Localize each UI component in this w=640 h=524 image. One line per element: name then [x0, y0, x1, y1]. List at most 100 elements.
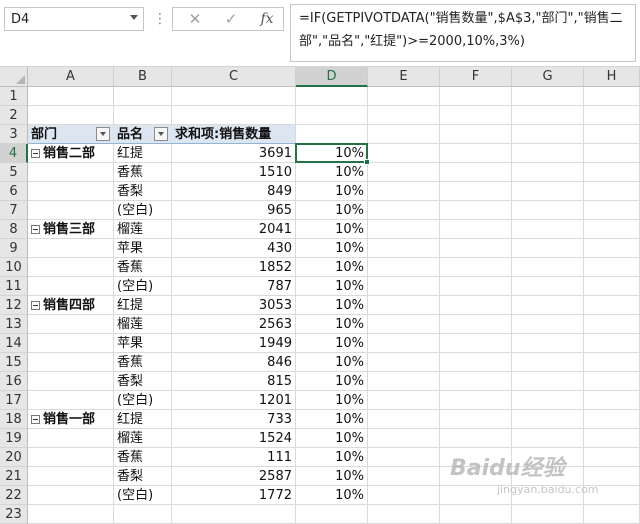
row-header-23[interactable]: 23 — [0, 505, 28, 524]
rate-cell[interactable]: 10% — [296, 296, 368, 315]
column-header-f[interactable]: F — [440, 67, 512, 87]
row-header-14[interactable]: 14 — [0, 334, 28, 353]
pivot-product-cell[interactable]: (空白) — [117, 391, 153, 410]
cancel-icon[interactable]: ✕ — [181, 8, 209, 30]
rate-cell[interactable]: 10% — [296, 182, 368, 201]
rate-cell[interactable]: 10% — [296, 429, 368, 448]
pivot-qty-cell[interactable]: 1852 — [172, 258, 296, 277]
rate-cell[interactable]: 10% — [296, 239, 368, 258]
pivot-product-cell[interactable]: 香蕉 — [117, 448, 143, 467]
rate-cell[interactable]: 10% — [296, 410, 368, 429]
formula-input[interactable]: =IF(GETPIVOTDATA("销售数量",$A$3,"部门","销售二部"… — [290, 4, 636, 62]
row-header-8[interactable]: 8 — [0, 220, 28, 239]
collapse-icon[interactable] — [31, 415, 40, 424]
column-header-c[interactable]: C — [172, 67, 296, 87]
pivot-product-cell[interactable]: 香蕉 — [117, 258, 143, 277]
pivot-qty-cell[interactable]: 111 — [172, 448, 296, 467]
rate-cell[interactable]: 10% — [296, 486, 368, 505]
pivot-qty-cell[interactable]: 1510 — [172, 163, 296, 182]
pivot-qty-cell[interactable]: 846 — [172, 353, 296, 372]
pivot-qty-cell[interactable]: 1772 — [172, 486, 296, 505]
row-header-9[interactable]: 9 — [0, 239, 28, 258]
pivot-qty-cell[interactable]: 1524 — [172, 429, 296, 448]
row-header-21[interactable]: 21 — [0, 467, 28, 486]
pivot-qty-cell[interactable]: 1949 — [172, 334, 296, 353]
enter-icon[interactable]: ✓ — [217, 8, 245, 30]
column-header-d[interactable]: D — [296, 67, 368, 87]
pivot-product-cell[interactable]: 红提 — [117, 144, 143, 163]
pivot-qty-cell[interactable]: 815 — [172, 372, 296, 391]
pivot-product-cell[interactable]: 榴莲 — [117, 220, 143, 239]
rate-cell[interactable]: 10% — [296, 201, 368, 220]
pivot-product-cell[interactable]: (空白) — [117, 486, 153, 505]
pivot-qty-cell[interactable]: 733 — [172, 410, 296, 429]
pivot-product-cell[interactable]: (空白) — [117, 277, 153, 296]
pivot-product-cell[interactable]: (空白) — [117, 201, 153, 220]
rate-cell[interactable]: 10% — [296, 372, 368, 391]
pivot-dept-cell[interactable]: 销售一部 — [31, 410, 95, 429]
row-header-18[interactable]: 18 — [0, 410, 28, 429]
collapse-icon[interactable] — [31, 149, 40, 158]
column-header-a[interactable]: A — [28, 67, 114, 87]
pivot-qty-cell[interactable]: 787 — [172, 277, 296, 296]
row-header-20[interactable]: 20 — [0, 448, 28, 467]
row-header-11[interactable]: 11 — [0, 277, 28, 296]
rate-cell[interactable]: 10% — [296, 353, 368, 372]
rate-cell[interactable]: 10% — [296, 391, 368, 410]
row-header-17[interactable]: 17 — [0, 391, 28, 410]
chevron-down-icon[interactable] — [130, 15, 138, 20]
name-box[interactable]: D4 — [4, 7, 144, 31]
pivot-product-cell[interactable]: 香蕉 — [117, 163, 143, 182]
row-header-1[interactable]: 1 — [0, 87, 28, 106]
pivot-product-cell[interactable]: 苹果 — [117, 334, 143, 353]
pivot-product-cell[interactable]: 红提 — [117, 296, 143, 315]
filter-dropdown-icon[interactable] — [154, 127, 168, 141]
row-header-2[interactable]: 2 — [0, 106, 28, 125]
pivot-qty-cell[interactable]: 2563 — [172, 315, 296, 334]
select-all-button[interactable] — [0, 67, 28, 87]
column-header-g[interactable]: G — [512, 67, 584, 87]
rate-cell[interactable]: 10% — [296, 277, 368, 296]
row-header-16[interactable]: 16 — [0, 372, 28, 391]
fill-handle[interactable] — [364, 159, 370, 165]
pivot-qty-cell[interactable]: 2041 — [172, 220, 296, 239]
row-header-15[interactable]: 15 — [0, 353, 28, 372]
active-cell-d4[interactable] — [295, 143, 368, 163]
collapse-icon[interactable] — [31, 225, 40, 234]
pivot-qty-cell[interactable]: 3053 — [172, 296, 296, 315]
collapse-icon[interactable] — [31, 301, 40, 310]
row-header-22[interactable]: 22 — [0, 486, 28, 505]
pivot-qty-cell[interactable]: 1201 — [172, 391, 296, 410]
row-header-6[interactable]: 6 — [0, 182, 28, 201]
filter-dropdown-icon[interactable] — [96, 127, 110, 141]
pivot-product-cell[interactable]: 苹果 — [117, 239, 143, 258]
pivot-product-cell[interactable]: 榴莲 — [117, 315, 143, 334]
rate-cell[interactable]: 10% — [296, 448, 368, 467]
pivot-qty-cell[interactable]: 3691 — [172, 144, 296, 163]
pivot-qty-cell[interactable]: 849 — [172, 182, 296, 201]
column-header-h[interactable]: H — [584, 67, 640, 87]
row-header-13[interactable]: 13 — [0, 315, 28, 334]
row-header-10[interactable]: 10 — [0, 258, 28, 277]
column-header-e[interactable]: E — [368, 67, 440, 87]
pivot-product-cell[interactable]: 香梨 — [117, 372, 143, 391]
pivot-qty-cell[interactable]: 2587 — [172, 467, 296, 486]
row-header-4[interactable]: 4 — [0, 144, 28, 163]
insert-function-icon[interactable]: fx — [253, 8, 281, 30]
drag-handle-icon[interactable]: ⋮ — [153, 12, 167, 26]
row-header-7[interactable]: 7 — [0, 201, 28, 220]
rate-cell[interactable]: 10% — [296, 467, 368, 486]
rate-cell[interactable]: 10% — [296, 334, 368, 353]
pivot-product-cell[interactable]: 香梨 — [117, 467, 143, 486]
row-header-5[interactable]: 5 — [0, 163, 28, 182]
pivot-product-cell[interactable]: 香梨 — [117, 182, 143, 201]
rate-cell[interactable]: 10% — [296, 258, 368, 277]
row-header-12[interactable]: 12 — [0, 296, 28, 315]
pivot-qty-cell[interactable]: 965 — [172, 201, 296, 220]
rate-cell[interactable]: 10% — [296, 163, 368, 182]
pivot-product-cell[interactable]: 红提 — [117, 410, 143, 429]
column-header-b[interactable]: B — [114, 67, 172, 87]
pivot-qty-cell[interactable]: 430 — [172, 239, 296, 258]
rate-cell[interactable]: 10% — [296, 220, 368, 239]
rate-cell[interactable]: 10% — [296, 315, 368, 334]
